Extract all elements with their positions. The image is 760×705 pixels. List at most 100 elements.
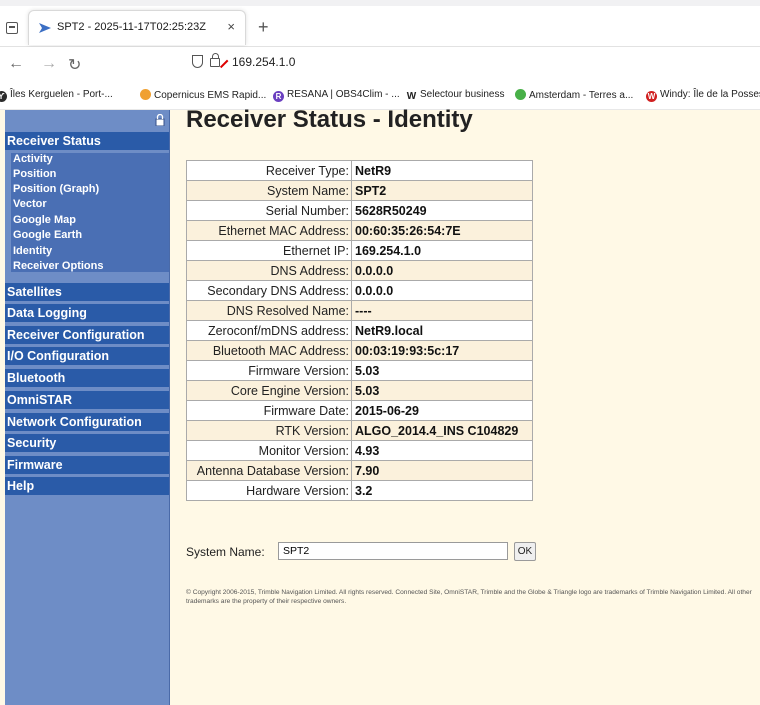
bookmark-label: Windy: Île de la Posses xyxy=(660,89,760,100)
field-label: DNS Resolved Name: xyxy=(186,300,352,321)
bookmark-label: Îles Kerguelen - Port-... xyxy=(10,89,113,100)
table-row: Monitor Version: 4.93 xyxy=(186,440,533,461)
sidebar-subitem-google-earth[interactable]: Google Earth xyxy=(13,230,82,241)
field-value: 00:03:19:93:5c:17 xyxy=(351,340,533,361)
system-name-input[interactable] xyxy=(278,542,508,560)
field-value: ALGO_2014.4_INS C104829 xyxy=(351,420,533,441)
table-row: Firmware Date: 2015-06-29 xyxy=(186,400,533,421)
sidebar-item-data-logging[interactable]: Data Logging xyxy=(5,304,169,323)
field-label: DNS Address: xyxy=(186,260,352,281)
tab-title: SPT2 - 2025-11-17T02:25:23Z xyxy=(57,21,206,33)
sidebar-item-security[interactable]: Security xyxy=(5,434,169,453)
bookmark-label: RESANA | OBS4Clim - ... xyxy=(287,89,400,100)
sidebar-subitem-identity[interactable]: Identity xyxy=(13,246,52,257)
bookmark-label: Amsterdam - Terres a... xyxy=(529,90,634,101)
bookmark-icon: ϒ xyxy=(0,91,7,102)
field-value: 0.0.0.0 xyxy=(351,280,533,301)
table-row: DNS Address: 0.0.0.0 xyxy=(186,260,533,281)
lock-icon[interactable] xyxy=(155,114,165,126)
field-label: Antenna Database Version: xyxy=(186,460,352,481)
field-label: Bluetooth MAC Address: xyxy=(186,340,352,361)
table-row: Antenna Database Version: 7.90 xyxy=(186,460,533,481)
table-row: Ethernet MAC Address: 00:60:35:26:54:7E xyxy=(186,220,533,241)
browser-nav-bar: ← → ↻ 169.254.1.0 xyxy=(0,47,760,83)
insecure-lock-icon[interactable] xyxy=(210,53,220,67)
field-value: NetR9.local xyxy=(351,320,533,341)
field-value: SPT2 xyxy=(351,180,533,201)
identity-table: Receiver Type: NetR9 System Name: SPT2 Seria… xyxy=(186,160,533,501)
table-row: System Name: SPT2 xyxy=(186,180,533,201)
bookmark-item[interactable]: W Windy: Île de la Posses xyxy=(646,89,760,102)
field-value: 5.03 xyxy=(351,380,533,401)
field-value: 5628R50249 xyxy=(351,200,533,221)
field-label: System Name: xyxy=(186,180,352,201)
sidebar-item-satellites[interactable]: Satellites xyxy=(5,283,169,302)
table-row: Firmware Version: 5.03 xyxy=(186,360,533,381)
page-title: Receiver Status - Identity xyxy=(186,106,473,133)
sidebar-item-help[interactable]: Help xyxy=(5,477,169,496)
shield-icon[interactable] xyxy=(192,55,203,68)
sidebar-item-bluetooth[interactable]: Bluetooth xyxy=(5,369,169,388)
bookmark-item[interactable]: R RESANA | OBS4Clim - ... xyxy=(273,89,400,102)
copyright-notice: © Copyright 2006-2015, Trimble Navigatio… xyxy=(186,589,752,605)
reload-icon[interactable]: ↻ xyxy=(68,55,81,75)
field-label: Monitor Version: xyxy=(186,440,352,461)
sidebar-subitem-position[interactable]: Position xyxy=(13,169,56,180)
field-label: Firmware Date: xyxy=(186,400,352,421)
window-top-strip xyxy=(0,0,760,6)
table-row: Core Engine Version: 5.03 xyxy=(186,380,533,401)
field-value: NetR9 xyxy=(351,160,533,181)
sidebar-subitem-vector[interactable]: Vector xyxy=(13,199,47,210)
field-label: Ethernet IP: xyxy=(186,240,352,261)
field-label: RTK Version: xyxy=(186,420,352,441)
new-tab-button[interactable]: + xyxy=(258,17,269,38)
sidebar-subitem-position-graph[interactable]: Position (Graph) xyxy=(13,184,99,195)
field-label: Serial Number: xyxy=(186,200,352,221)
address-bar[interactable]: 169.254.1.0 xyxy=(180,53,760,75)
bookmark-item[interactable]: Amsterdam - Terres a... xyxy=(515,89,633,101)
field-value: 0.0.0.0 xyxy=(351,260,533,281)
bookmark-label: Copernicus EMS Rapid... xyxy=(154,90,267,101)
bookmark-item[interactable]: ϒ Îles Kerguelen - Port-... xyxy=(0,89,113,102)
browser-tab-bar: SPT2 - 2025-11-17T02:25:23Z × + xyxy=(0,0,760,47)
tab-close-icon[interactable]: × xyxy=(227,19,235,34)
bookmark-icon: W xyxy=(646,91,657,102)
sidebar-item-omnistar[interactable]: OmniSTAR xyxy=(5,391,169,410)
bookmark-icon: R xyxy=(273,91,284,102)
url-text[interactable]: 169.254.1.0 xyxy=(232,55,295,69)
table-row: Ethernet IP: 169.254.1.0 xyxy=(186,240,533,261)
sidebar-item-receiver-status[interactable]: Receiver Status xyxy=(5,132,169,151)
field-label: Hardware Version: xyxy=(186,480,352,501)
table-row: RTK Version: ALGO_2014.4_INS C104829 xyxy=(186,420,533,441)
sidebar-subitem-receiver-options[interactable]: Receiver Options xyxy=(13,261,103,272)
bookmark-icon: W xyxy=(406,91,417,102)
bookmark-item[interactable]: W Selectour business xyxy=(406,89,505,102)
table-row: Zeroconf/mDNS address: NetR9.local xyxy=(186,320,533,341)
bookmark-label: Selectour business xyxy=(420,89,505,100)
bookmark-item[interactable]: Copernicus EMS Rapid... xyxy=(140,89,266,101)
table-row: DNS Resolved Name: ---- xyxy=(186,300,533,321)
field-value: 3.2 xyxy=(351,480,533,501)
browser-tab[interactable]: SPT2 - 2025-11-17T02:25:23Z × xyxy=(28,10,246,45)
sidebar-item-receiver-configuration[interactable]: Receiver Configuration xyxy=(5,326,169,345)
back-arrow-icon[interactable]: ← xyxy=(8,55,24,73)
field-value: 5.03 xyxy=(351,360,533,381)
field-value: 169.254.1.0 xyxy=(351,240,533,261)
ok-button[interactable]: OK xyxy=(514,542,536,561)
page-content: Receiver Status Activity Position Positi… xyxy=(0,106,760,705)
sidebar-subitem-google-map[interactable]: Google Map xyxy=(13,215,76,226)
field-value: 7.90 xyxy=(351,460,533,481)
forward-arrow-icon[interactable]: → xyxy=(41,55,57,73)
sidebar-item-network-configuration[interactable]: Network Configuration xyxy=(5,413,169,432)
table-row: Secondary DNS Address: 0.0.0.0 xyxy=(186,280,533,301)
field-label: Zeroconf/mDNS address: xyxy=(186,320,352,341)
sidebar-subitem-activity[interactable]: Activity xyxy=(13,154,53,165)
field-value: 4.93 xyxy=(351,440,533,461)
field-label: Secondary DNS Address: xyxy=(186,280,352,301)
tab-list-icon[interactable] xyxy=(6,22,18,34)
field-label: Core Engine Version: xyxy=(186,380,352,401)
sidebar-item-firmware[interactable]: Firmware xyxy=(5,456,169,475)
satellite-favicon-icon xyxy=(39,23,51,33)
sidebar: Receiver Status Activity Position Positi… xyxy=(5,110,170,705)
sidebar-item-io-configuration[interactable]: I/O Configuration xyxy=(5,347,169,366)
